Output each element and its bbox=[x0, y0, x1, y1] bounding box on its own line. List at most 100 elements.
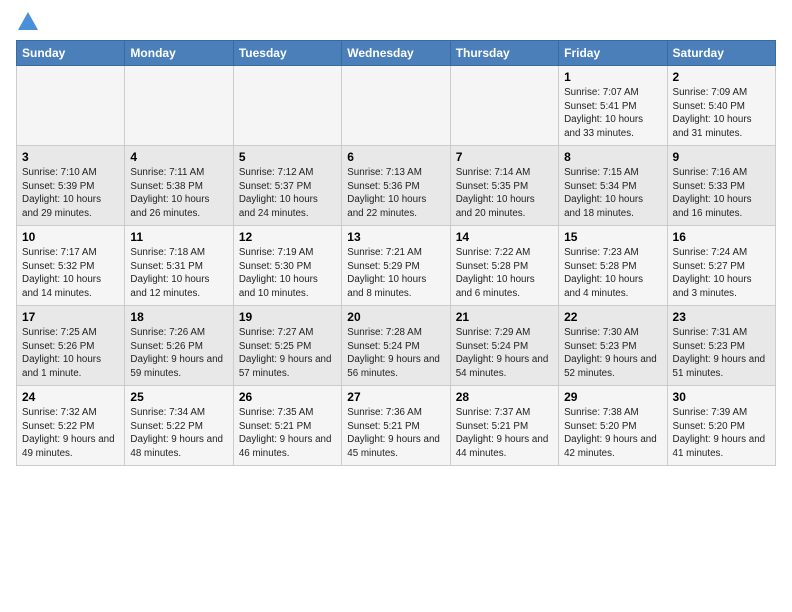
day-info: Sunrise: 7:10 AM Sunset: 5:39 PM Dayligh… bbox=[22, 166, 119, 221]
day-info: Sunrise: 7:18 AM Sunset: 5:31 PM Dayligh… bbox=[130, 246, 227, 301]
day-number: 27 bbox=[347, 390, 444, 404]
weekday-header-wednesday: Wednesday bbox=[342, 41, 450, 66]
calendar-cell bbox=[450, 66, 558, 146]
calendar-cell: 24 Sunrise: 7:32 AM Sunset: 5:22 PM Dayli… bbox=[17, 386, 125, 466]
weekday-header-sunday: Sunday bbox=[17, 41, 125, 66]
calendar-cell: 11 Sunrise: 7:18 AM Sunset: 5:31 PM Dayli… bbox=[125, 226, 233, 306]
day-info: Sunrise: 7:32 AM Sunset: 5:22 PM Dayligh… bbox=[22, 406, 119, 461]
week-row-2: 3 Sunrise: 7:10 AM Sunset: 5:39 PM Daylig… bbox=[17, 146, 776, 226]
calendar-cell: 16 Sunrise: 7:24 AM Sunset: 5:27 PM Dayli… bbox=[667, 226, 775, 306]
calendar-cell: 14 Sunrise: 7:22 AM Sunset: 5:28 PM Dayli… bbox=[450, 226, 558, 306]
calendar-cell: 18 Sunrise: 7:26 AM Sunset: 5:26 PM Dayli… bbox=[125, 306, 233, 386]
day-number: 10 bbox=[22, 230, 119, 244]
calendar-cell: 2 Sunrise: 7:09 AM Sunset: 5:40 PM Daylig… bbox=[667, 66, 775, 146]
day-info: Sunrise: 7:35 AM Sunset: 5:21 PM Dayligh… bbox=[239, 406, 336, 461]
day-info: Sunrise: 7:38 AM Sunset: 5:20 PM Dayligh… bbox=[564, 406, 661, 461]
week-row-3: 10 Sunrise: 7:17 AM Sunset: 5:32 PM Dayli… bbox=[17, 226, 776, 306]
day-info: Sunrise: 7:26 AM Sunset: 5:26 PM Dayligh… bbox=[130, 326, 227, 381]
calendar-cell: 1 Sunrise: 7:07 AM Sunset: 5:41 PM Daylig… bbox=[559, 66, 667, 146]
week-row-4: 17Sunrise: 7:25 AM Sunset: 5:26 PM Dayli… bbox=[17, 306, 776, 386]
calendar-cell: 25 Sunrise: 7:34 AM Sunset: 5:22 PM Dayli… bbox=[125, 386, 233, 466]
weekday-header-row: SundayMondayTuesdayWednesdayThursdayFrid… bbox=[17, 41, 776, 66]
calendar-cell: 20 Sunrise: 7:28 AM Sunset: 5:24 PM Dayli… bbox=[342, 306, 450, 386]
day-number: 20 bbox=[347, 310, 444, 324]
calendar-cell: 28 Sunrise: 7:37 AM Sunset: 5:21 PM Dayli… bbox=[450, 386, 558, 466]
calendar-cell: 8 Sunrise: 7:15 AM Sunset: 5:34 PM Daylig… bbox=[559, 146, 667, 226]
calendar-cell: 21 Sunrise: 7:29 AM Sunset: 5:24 PM Dayli… bbox=[450, 306, 558, 386]
day-info: Sunrise: 7:19 AM Sunset: 5:30 PM Dayligh… bbox=[239, 246, 336, 301]
day-info: Sunrise: 7:22 AM Sunset: 5:28 PM Dayligh… bbox=[456, 246, 553, 301]
calendar-cell: 30 Sunrise: 7:39 AM Sunset: 5:20 PM Dayli… bbox=[667, 386, 775, 466]
calendar-cell bbox=[342, 66, 450, 146]
day-info: Sunrise: 7:27 AM Sunset: 5:25 PM Dayligh… bbox=[239, 326, 336, 381]
day-number: 24 bbox=[22, 390, 119, 404]
day-info: Sunrise: 7:24 AM Sunset: 5:27 PM Dayligh… bbox=[673, 246, 770, 301]
day-number: 26 bbox=[239, 390, 336, 404]
calendar-cell: 4Sunrise: 7:11 AM Sunset: 5:38 PM Daylig… bbox=[125, 146, 233, 226]
day-info: Sunrise: 7:12 AM Sunset: 5:37 PM Dayligh… bbox=[239, 166, 336, 221]
calendar-cell: 12 Sunrise: 7:19 AM Sunset: 5:30 PM Dayli… bbox=[233, 226, 341, 306]
calendar-cell: 10 Sunrise: 7:17 AM Sunset: 5:32 PM Dayli… bbox=[17, 226, 125, 306]
weekday-header-monday: Monday bbox=[125, 41, 233, 66]
calendar-cell bbox=[17, 66, 125, 146]
calendar-cell bbox=[125, 66, 233, 146]
day-info: Sunrise: 7:39 AM Sunset: 5:20 PM Dayligh… bbox=[673, 406, 770, 461]
calendar-cell: 15Sunrise: 7:23 AM Sunset: 5:28 PM Dayli… bbox=[559, 226, 667, 306]
week-row-1: 1 Sunrise: 7:07 AM Sunset: 5:41 PM Daylig… bbox=[17, 66, 776, 146]
calendar-cell: 6 Sunrise: 7:13 AM Sunset: 5:36 PM Daylig… bbox=[342, 146, 450, 226]
day-info: Sunrise: 7:16 AM Sunset: 5:33 PM Dayligh… bbox=[673, 166, 770, 221]
day-info: Sunrise: 7:34 AM Sunset: 5:22 PM Dayligh… bbox=[130, 406, 227, 461]
day-number: 25 bbox=[130, 390, 227, 404]
header bbox=[16, 16, 776, 30]
day-number: 14 bbox=[456, 230, 553, 244]
logo bbox=[16, 16, 38, 30]
day-number: 22 bbox=[564, 310, 661, 324]
day-number: 9 bbox=[673, 150, 770, 164]
day-info: Sunrise: 7:30 AM Sunset: 5:23 PM Dayligh… bbox=[564, 326, 661, 381]
day-number: 28 bbox=[456, 390, 553, 404]
weekday-header-thursday: Thursday bbox=[450, 41, 558, 66]
day-number: 18 bbox=[130, 310, 227, 324]
day-number: 12 bbox=[239, 230, 336, 244]
day-number: 15 bbox=[564, 230, 661, 244]
calendar-cell: 9 Sunrise: 7:16 AM Sunset: 5:33 PM Daylig… bbox=[667, 146, 775, 226]
day-info: Sunrise: 7:25 AM Sunset: 5:26 PM Dayligh… bbox=[22, 326, 119, 381]
week-row-5: 24 Sunrise: 7:32 AM Sunset: 5:22 PM Dayli… bbox=[17, 386, 776, 466]
day-info: Sunrise: 7:15 AM Sunset: 5:34 PM Dayligh… bbox=[564, 166, 661, 221]
day-number: 13 bbox=[347, 230, 444, 244]
day-info: Sunrise: 7:29 AM Sunset: 5:24 PM Dayligh… bbox=[456, 326, 553, 381]
day-number: 6 bbox=[347, 150, 444, 164]
day-number: 29 bbox=[564, 390, 661, 404]
day-number: 16 bbox=[673, 230, 770, 244]
day-number: 21 bbox=[456, 310, 553, 324]
weekday-header-saturday: Saturday bbox=[667, 41, 775, 66]
day-number: 1 bbox=[564, 70, 661, 84]
day-info: Sunrise: 7:37 AM Sunset: 5:21 PM Dayligh… bbox=[456, 406, 553, 461]
calendar-cell bbox=[233, 66, 341, 146]
day-info: Sunrise: 7:17 AM Sunset: 5:32 PM Dayligh… bbox=[22, 246, 119, 301]
page: SundayMondayTuesdayWednesdayThursdayFrid… bbox=[0, 0, 792, 476]
day-number: 7 bbox=[456, 150, 553, 164]
day-number: 30 bbox=[673, 390, 770, 404]
day-number: 8 bbox=[564, 150, 661, 164]
day-info: Sunrise: 7:11 AM Sunset: 5:38 PM Dayligh… bbox=[130, 166, 227, 221]
day-number: 5 bbox=[239, 150, 336, 164]
day-info: Sunrise: 7:36 AM Sunset: 5:21 PM Dayligh… bbox=[347, 406, 444, 461]
day-info: Sunrise: 7:13 AM Sunset: 5:36 PM Dayligh… bbox=[347, 166, 444, 221]
day-number: 3 bbox=[22, 150, 119, 164]
calendar-cell: 19 Sunrise: 7:27 AM Sunset: 5:25 PM Dayli… bbox=[233, 306, 341, 386]
day-info: Sunrise: 7:09 AM Sunset: 5:40 PM Dayligh… bbox=[673, 86, 770, 141]
calendar-cell: 5 Sunrise: 7:12 AM Sunset: 5:37 PM Daylig… bbox=[233, 146, 341, 226]
day-number: 2 bbox=[673, 70, 770, 84]
weekday-header-tuesday: Tuesday bbox=[233, 41, 341, 66]
day-info: Sunrise: 7:28 AM Sunset: 5:24 PM Dayligh… bbox=[347, 326, 444, 381]
calendar-cell: 29 Sunrise: 7:38 AM Sunset: 5:20 PM Dayli… bbox=[559, 386, 667, 466]
day-number: 19 bbox=[239, 310, 336, 324]
day-number: 11 bbox=[130, 230, 227, 244]
day-info: Sunrise: 7:07 AM Sunset: 5:41 PM Dayligh… bbox=[564, 86, 661, 141]
logo-triangle-icon bbox=[18, 12, 38, 30]
calendar-cell: 22 Sunrise: 7:30 AM Sunset: 5:23 PM Dayli… bbox=[559, 306, 667, 386]
day-info: Sunrise: 7:31 AM Sunset: 5:23 PM Dayligh… bbox=[673, 326, 770, 381]
day-info: Sunrise: 7:21 AM Sunset: 5:29 PM Dayligh… bbox=[347, 246, 444, 301]
calendar-cell: 26 Sunrise: 7:35 AM Sunset: 5:21 PM Dayli… bbox=[233, 386, 341, 466]
